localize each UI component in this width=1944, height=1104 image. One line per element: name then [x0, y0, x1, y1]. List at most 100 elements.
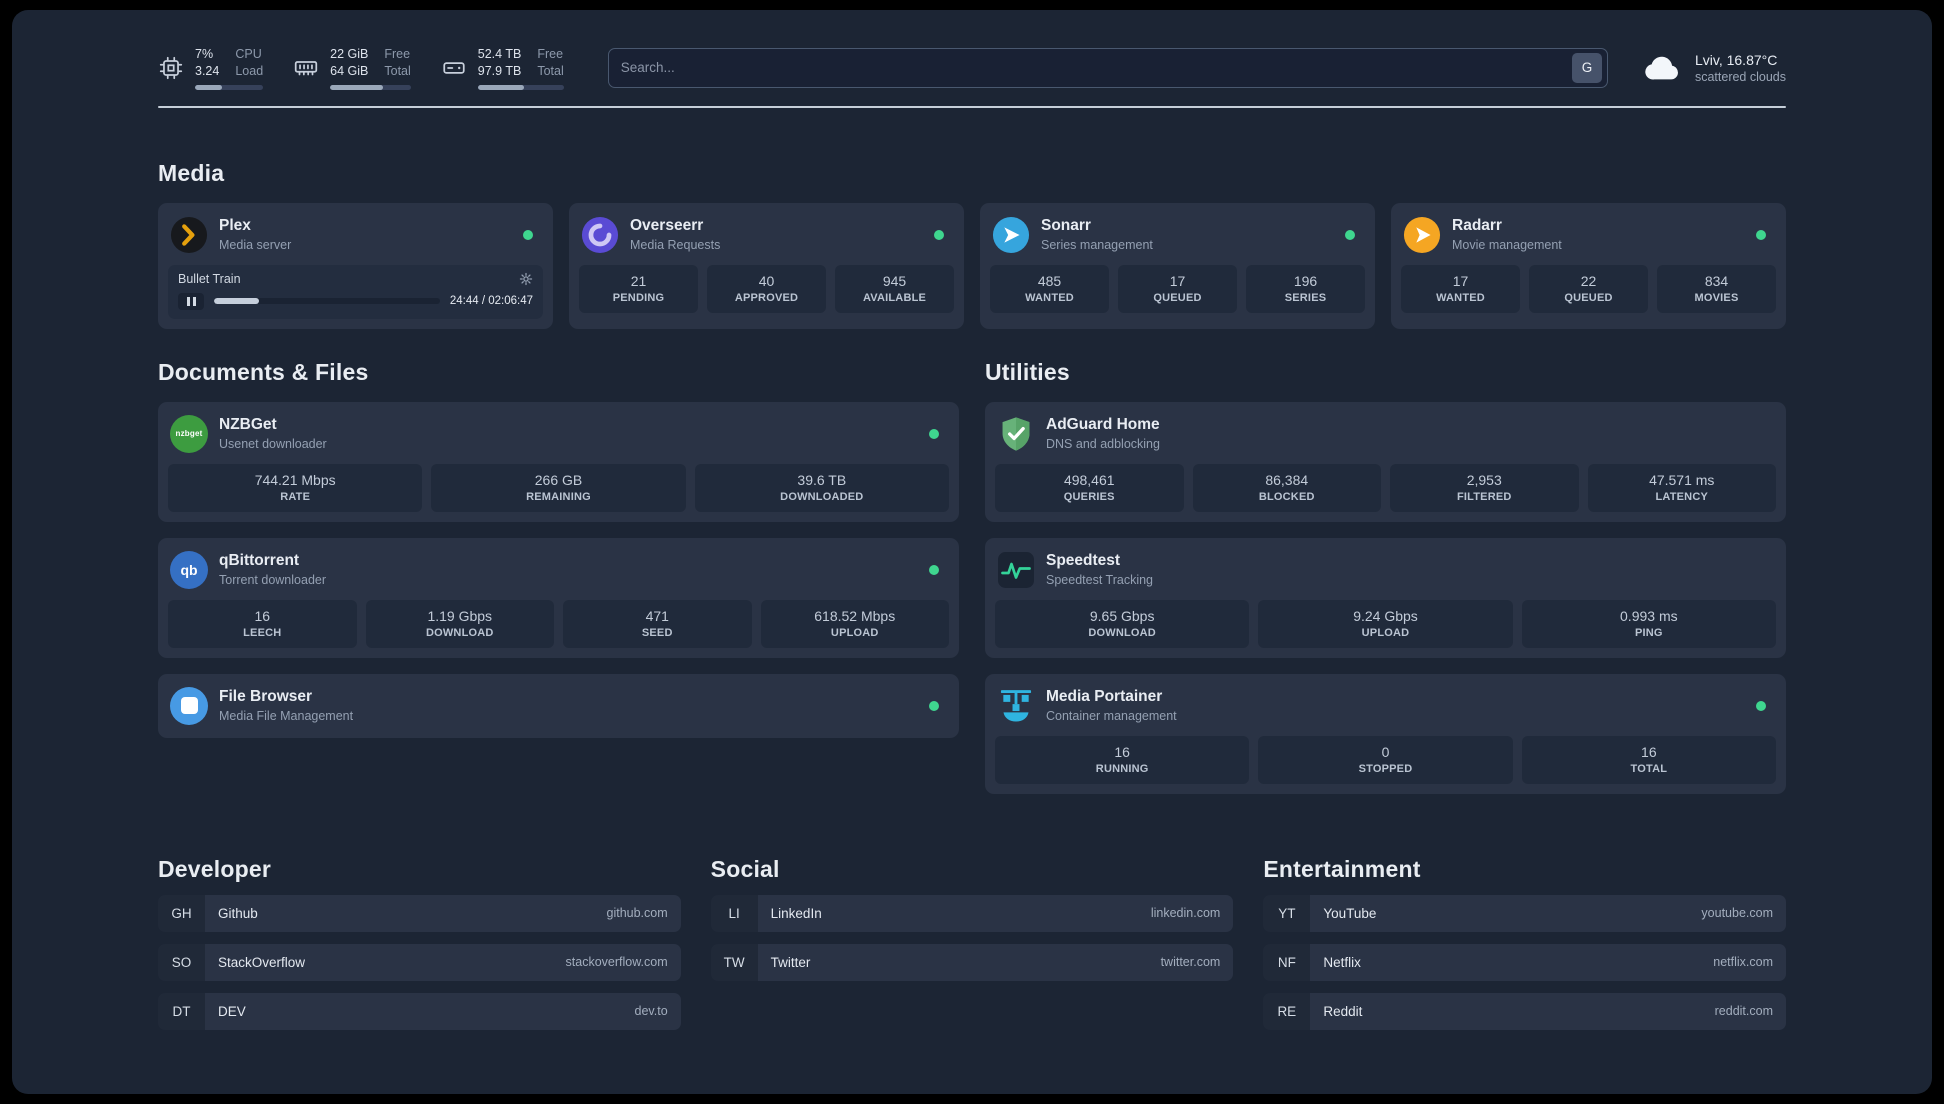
- stat-label: FILTERED: [1456, 490, 1512, 503]
- stat-value: 0: [1381, 743, 1390, 760]
- bookmark-name: StackOverflow: [218, 954, 306, 970]
- disk-icon: [441, 55, 467, 81]
- disk-usage-bar: [477, 84, 564, 90]
- stat-value: 0.993 ms: [1620, 607, 1678, 624]
- stat-rate: 744.21 Mbps RATE: [168, 463, 423, 512]
- stat-label: UPLOAD: [830, 626, 879, 639]
- stat-value: 86,384: [1265, 471, 1309, 488]
- service-link-adguard[interactable]: AdGuard Home DNS and adblocking: [995, 412, 1776, 464]
- qbittorrent-icon-text: qb: [180, 561, 198, 578]
- stat-value: 17: [1452, 272, 1469, 289]
- stat-seed: 471 SEED: [563, 599, 752, 648]
- cloud-icon: [1642, 47, 1684, 89]
- service-desc: Media server: [219, 237, 292, 252]
- section-title-documents: Documents & Files: [158, 358, 369, 385]
- memory-widget: 22 GiB Free 64 GiB Total: [293, 46, 411, 90]
- stat-downloaded: 39.6 TB DOWNLOADED: [694, 463, 949, 512]
- bookmarks-area: Developer GH Github github.com SO StackO…: [158, 856, 1786, 1030]
- service-desc: Usenet downloader: [219, 436, 327, 451]
- stat-value: 16: [254, 607, 271, 624]
- bookmark-url: linkedin.com: [1150, 906, 1221, 920]
- stat-label: BLOCKED: [1258, 490, 1315, 503]
- bookmark-github[interactable]: GH Github github.com: [158, 894, 681, 932]
- service-card-speedtest: Speedtest Speedtest Tracking 9.65 Gbps D…: [985, 537, 1786, 658]
- stat-value: 945: [882, 272, 907, 289]
- service-card-radarr: Radarr Movie management 17 WANTED 22 QUE…: [1391, 202, 1786, 329]
- bookmark-name: Reddit: [1323, 1003, 1363, 1019]
- stat-label: WANTED: [1436, 291, 1485, 304]
- sonarr-icon: [992, 216, 1030, 254]
- stat-latency: 47.571 ms LATENCY: [1587, 463, 1776, 512]
- pause-button[interactable]: [178, 292, 204, 310]
- bookmark-abbr: RE: [1263, 992, 1311, 1030]
- middle-columns: Documents & Files nzbget NZBGet Usenet d…: [158, 329, 1786, 794]
- service-link-nzbget[interactable]: nzbget NZBGet Usenet downloader: [168, 412, 949, 464]
- stat-value: 9.65 Gbps: [1089, 607, 1155, 624]
- bookmark-stackoverflow[interactable]: SO StackOverflow stackoverflow.com: [158, 943, 681, 981]
- service-name: Speedtest: [1046, 552, 1121, 570]
- service-link-radarr[interactable]: Radarr Movie management: [1401, 213, 1776, 265]
- memory-icon: [293, 55, 319, 81]
- playback-progress-slider[interactable]: [214, 298, 440, 304]
- portainer-icon: [997, 687, 1035, 725]
- overseerr-icon: [581, 216, 619, 254]
- bookmark-abbr: DT: [158, 992, 205, 1030]
- service-link-sonarr[interactable]: Sonarr Series management: [990, 213, 1365, 265]
- status-dot: [1756, 229, 1766, 240]
- service-card-overseerr: Overseerr Media Requests 21 PENDING 40 A…: [569, 202, 964, 329]
- stat-value: 22: [1580, 272, 1597, 289]
- service-name: AdGuard Home: [1046, 416, 1160, 434]
- service-link-speedtest[interactable]: Speedtest Speedtest Tracking: [995, 548, 1776, 600]
- stat-label: SEED: [641, 626, 673, 639]
- stat-label: STOPPED: [1358, 762, 1413, 775]
- memory-free-value: 22 GiB: [330, 47, 369, 61]
- service-link-overseerr[interactable]: Overseerr Media Requests: [579, 213, 954, 265]
- bookmark-group-developer: Developer GH Github github.com SO StackO…: [158, 856, 681, 1030]
- search-input[interactable]: [608, 60, 1572, 76]
- bookmark-name: YouTube: [1323, 905, 1377, 921]
- stat-label: UPLOAD: [1361, 626, 1410, 639]
- bookmark-dev[interactable]: DT DEV dev.to: [158, 992, 681, 1030]
- stats-row: 17 WANTED 22 QUEUED 834 MOVIES: [1401, 264, 1776, 313]
- status-dot: [523, 229, 533, 240]
- service-link-filebrowser[interactable]: File Browser Media File Management: [168, 684, 949, 728]
- bookmark-twitter[interactable]: TW Twitter twitter.com: [710, 943, 1234, 981]
- bookmark-reddit[interactable]: RE Reddit reddit.com: [1263, 992, 1786, 1030]
- stat-label: TOTAL: [1630, 762, 1668, 775]
- service-link-qbittorrent[interactable]: qb qBittorrent Torrent downloader: [168, 548, 949, 600]
- bookmark-name: Github: [218, 905, 258, 921]
- stat-queued: 22 QUEUED: [1529, 264, 1648, 313]
- bookmark-name: LinkedIn: [770, 905, 822, 921]
- bookmark-url: stackoverflow.com: [565, 955, 668, 969]
- bookmark-name: Netflix: [1323, 954, 1361, 970]
- service-link-portainer[interactable]: Media Portainer Container management: [995, 684, 1776, 736]
- stat-wanted: 17 WANTED: [1401, 264, 1520, 313]
- memory-usage-bar: [330, 84, 411, 90]
- section-title-media: Media: [158, 159, 225, 186]
- plex-icon: [170, 216, 208, 254]
- service-link-plex[interactable]: Plex Media server: [168, 213, 543, 265]
- disk-stats: 52.4 TB Free 97.9 TB Total: [477, 46, 564, 90]
- search-provider-button[interactable]: G: [1571, 52, 1602, 83]
- stat-label: REMAINING: [526, 490, 591, 503]
- stat-wanted: 485 WANTED: [990, 264, 1109, 313]
- bookmark-netflix[interactable]: NF Netflix netflix.com: [1263, 943, 1786, 981]
- bookmark-url: reddit.com: [1714, 1004, 1773, 1018]
- bookmark-url: dev.to: [634, 1004, 668, 1018]
- bookmark-abbr: TW: [710, 943, 758, 981]
- filebrowser-icon: [170, 686, 208, 725]
- bookmark-linkedin[interactable]: LI LinkedIn linkedin.com: [710, 894, 1234, 932]
- status-dot: [929, 700, 939, 711]
- service-name: Overseerr: [630, 217, 704, 235]
- stat-value: 485: [1037, 272, 1062, 289]
- weather-location: Lviv, 16.87°C: [1694, 51, 1778, 68]
- stat-label: QUERIES: [1063, 490, 1115, 503]
- stat-value: 471: [645, 607, 669, 624]
- stat-label: DOWNLOAD: [1088, 626, 1156, 639]
- gear-icon[interactable]: [519, 272, 533, 286]
- stat-upload: 9.24 Gbps UPLOAD: [1258, 599, 1513, 648]
- memory-stats: 22 GiB Free 64 GiB Total: [330, 46, 411, 90]
- bookmark-youtube[interactable]: YT YouTube youtube.com: [1263, 894, 1786, 932]
- adguard-icon: [997, 415, 1035, 453]
- status-dot: [929, 564, 939, 575]
